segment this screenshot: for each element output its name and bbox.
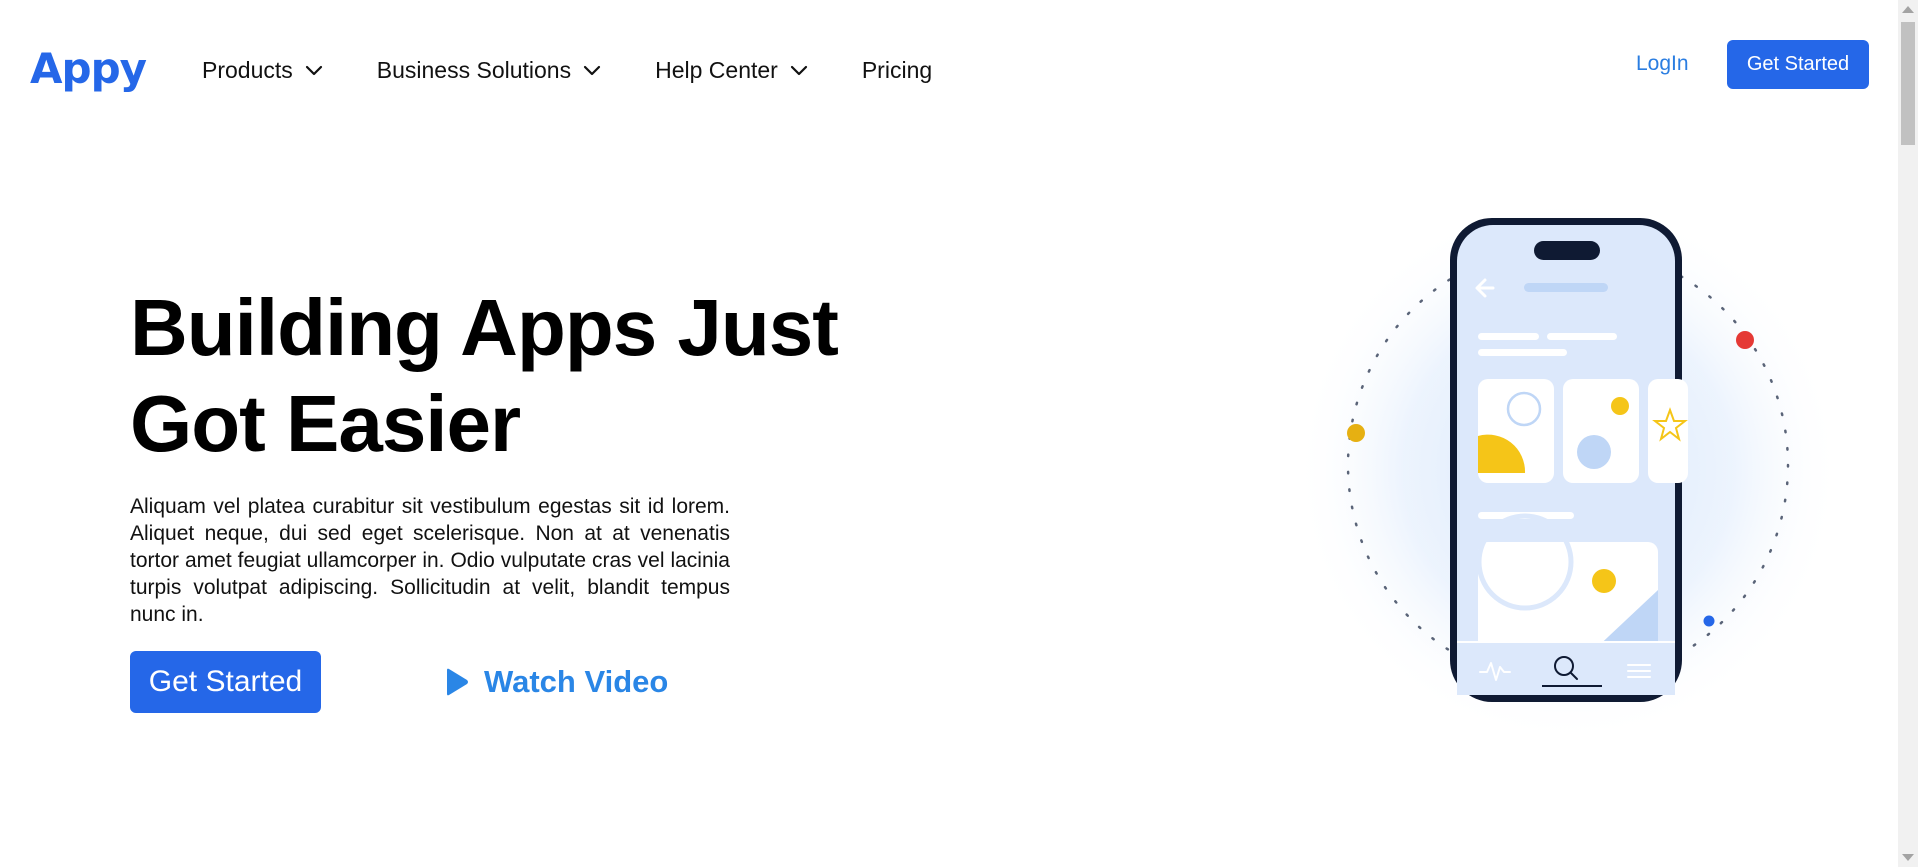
scroll-down-arrow-icon[interactable] bbox=[1902, 854, 1914, 861]
play-icon bbox=[447, 668, 468, 696]
hero-title-line-1: Building Apps Just bbox=[130, 283, 839, 372]
nav-item-label: Business Solutions bbox=[376, 56, 572, 83]
nav-item-label: Pricing bbox=[861, 56, 933, 83]
nav-item-label: Help Center bbox=[655, 56, 778, 83]
chevron-down-icon bbox=[584, 65, 601, 76]
hero-description: Aliquam vel platea curabitur sit vestibu… bbox=[130, 495, 730, 626]
chevron-down-icon bbox=[790, 65, 807, 76]
hero-title-line-2: Got Easier bbox=[130, 379, 521, 468]
hero-title: Building Apps Just Got Easier bbox=[130, 280, 850, 472]
phone-device bbox=[1450, 218, 1688, 702]
nav-item-business-solutions[interactable]: Business Solutions bbox=[377, 52, 603, 88]
chevron-down-icon bbox=[305, 65, 322, 76]
site-header: Appy Products Business Solutions Help Ce… bbox=[0, 0, 1898, 140]
yellow-dot bbox=[1347, 424, 1365, 442]
main-nav: Products Business Solutions Help Center … bbox=[202, 52, 984, 88]
nav-item-help-center[interactable]: Help Center bbox=[655, 52, 810, 88]
nav-item-products[interactable]: Products bbox=[202, 52, 325, 88]
red-dot bbox=[1736, 331, 1754, 349]
nav-item-pricing[interactable]: Pricing bbox=[862, 52, 932, 88]
phone-notch bbox=[1534, 241, 1600, 260]
watch-video-label: Watch Video bbox=[484, 664, 669, 699]
watch-video-button[interactable]: Watch Video bbox=[444, 662, 668, 702]
hero-get-started-button[interactable]: Get Started bbox=[130, 651, 321, 713]
logo[interactable]: Appy bbox=[30, 44, 147, 93]
login-link[interactable]: LogIn bbox=[1636, 52, 1689, 76]
scroll-up-arrow-icon[interactable] bbox=[1902, 6, 1914, 13]
page-scrollbar[interactable] bbox=[1898, 0, 1918, 867]
scroll-thumb[interactable] bbox=[1901, 22, 1915, 145]
header-get-started-button[interactable]: Get Started bbox=[1727, 40, 1869, 89]
phone-app-illustration bbox=[1293, 195, 1843, 740]
blue-dot bbox=[1703, 615, 1715, 627]
nav-item-label: Products bbox=[202, 56, 293, 83]
